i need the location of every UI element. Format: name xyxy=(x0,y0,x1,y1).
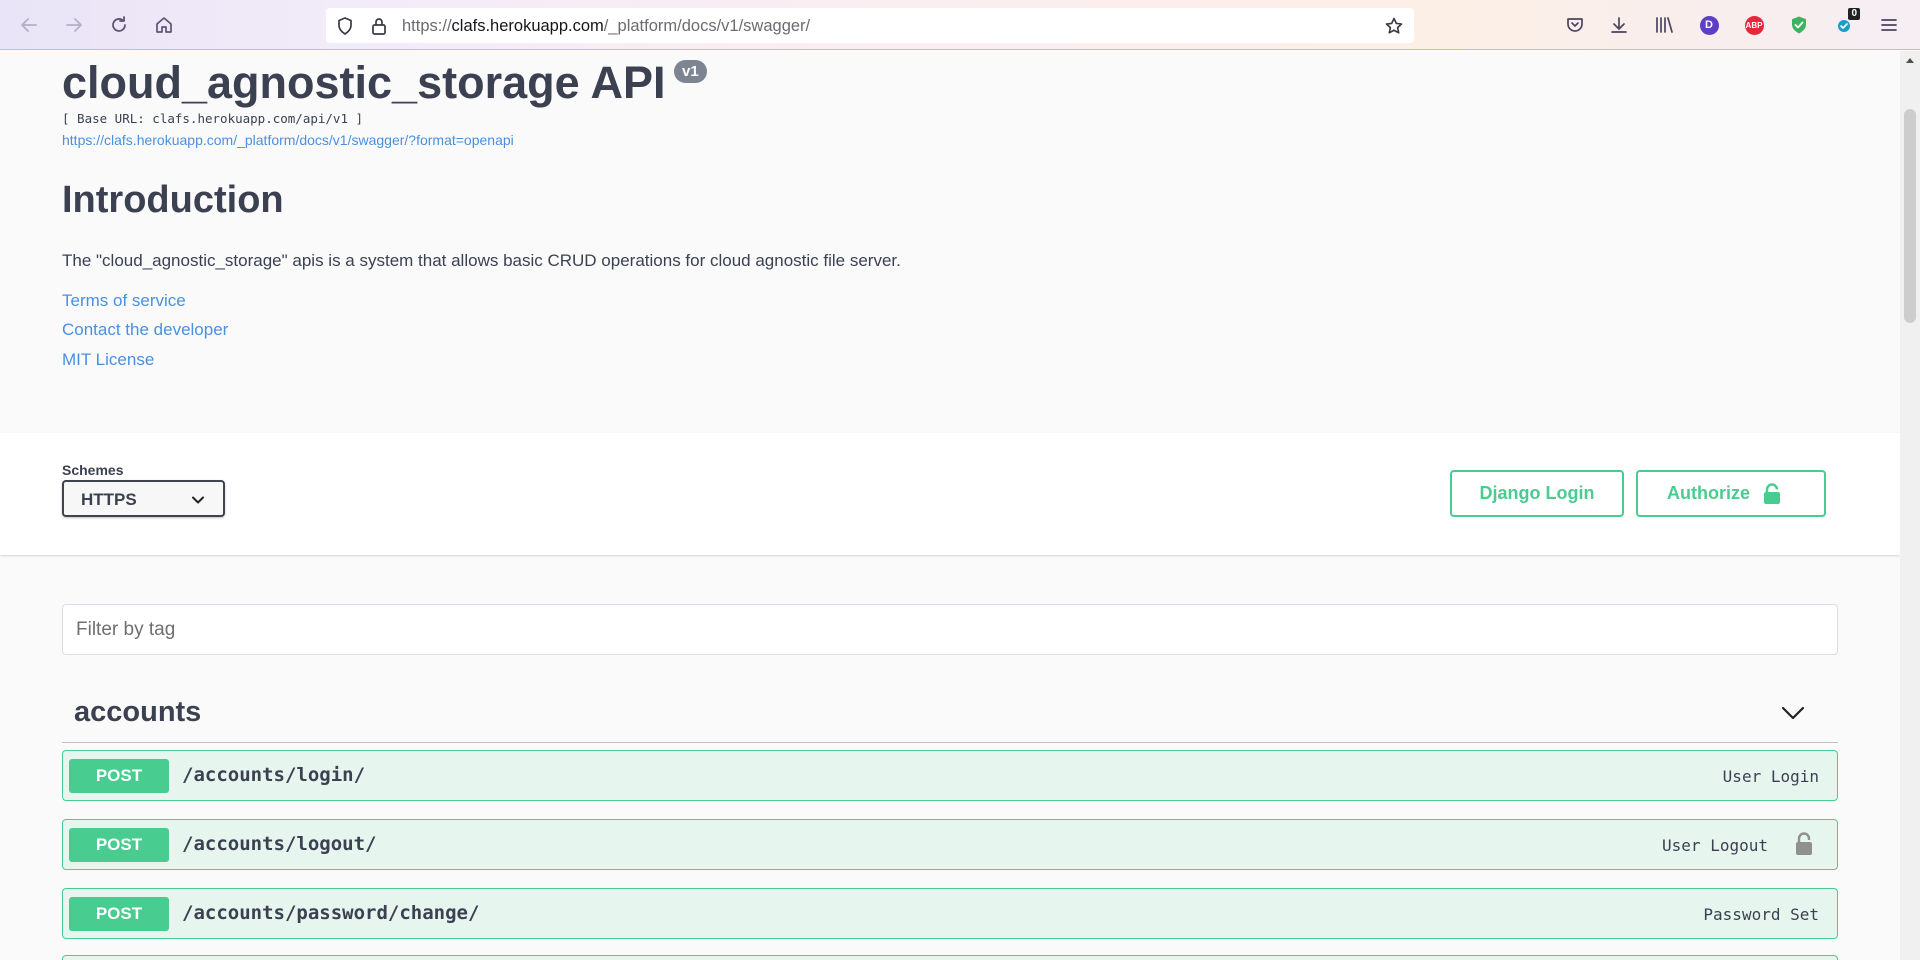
scroll-thumb[interactable] xyxy=(1904,109,1916,323)
scheme-container: Schemes HTTPS Django Login Authorize xyxy=(0,433,1900,555)
browser-toolbar: https://clafs.herokuapp.com/_platform/do… xyxy=(0,0,1920,50)
filter-by-tag-input[interactable] xyxy=(63,605,1837,654)
introduction-heading: Introduction xyxy=(62,179,284,221)
method-badge: POST xyxy=(69,828,169,862)
schemes-select[interactable]: HTTPS xyxy=(62,480,225,517)
schemes-selected-value: HTTPS xyxy=(81,490,137,509)
authorize-button[interactable]: Authorize xyxy=(1636,470,1826,517)
account-button[interactable]: D xyxy=(1697,13,1721,37)
url-text[interactable]: https://clafs.herokuapp.com/_platform/do… xyxy=(402,17,810,36)
schemes-label: Schemes xyxy=(62,462,124,478)
home-icon xyxy=(156,17,172,33)
account-avatar: D xyxy=(1699,15,1719,35)
chevron-down-icon xyxy=(192,496,204,504)
django-login-button[interactable]: Django Login xyxy=(1450,470,1624,517)
license-link[interactable]: MIT License xyxy=(62,350,154,370)
arrow-left-icon xyxy=(21,18,37,32)
lock-icon xyxy=(1764,483,1780,504)
adblock-icon: ABP xyxy=(1744,15,1764,35)
openapi-spec-link[interactable]: https://clafs.herokuapp.com/_platform/do… xyxy=(62,132,514,148)
terms-of-service-link[interactable]: Terms of service xyxy=(62,291,186,311)
library-button[interactable] xyxy=(1652,13,1676,37)
tag-name: accounts xyxy=(74,696,202,728)
url-path: /_platform/docs/v1/swagger/ xyxy=(603,17,811,35)
operation-row[interactable]: POST /accounts/password/change/ Password… xyxy=(62,888,1838,939)
url-host: clafs.herokuapp.com xyxy=(451,17,604,35)
extension-button[interactable]: 0 xyxy=(1832,8,1860,37)
page-scrollbar[interactable] xyxy=(1900,51,1920,960)
green-shield-icon xyxy=(1792,16,1806,34)
base-url: [ Base URL: clafs.herokuapp.com/api/v1 ] xyxy=(62,111,364,126)
filter-by-tag-field[interactable] xyxy=(62,604,1838,655)
lock-icon[interactable] xyxy=(369,16,389,36)
hamburger-menu-icon xyxy=(1881,19,1897,31)
arrow-right-icon xyxy=(66,18,82,32)
version-badge: v1 xyxy=(674,60,707,83)
operation-row[interactable]: POST /accounts/login/ User Login xyxy=(62,750,1838,801)
reload-button[interactable] xyxy=(106,12,132,38)
operation-path: /accounts/login/ xyxy=(182,764,366,786)
extension-count-badge: 0 xyxy=(1848,8,1860,20)
address-bar[interactable]: https://clafs.herokuapp.com/_platform/do… xyxy=(326,8,1414,43)
method-badge: POST xyxy=(69,897,169,931)
home-button[interactable] xyxy=(151,12,177,38)
pocket-icon xyxy=(1567,18,1583,32)
url-prefix: https:// xyxy=(402,17,452,35)
operation-row-partial[interactable] xyxy=(62,955,1838,960)
operation-row[interactable]: POST /accounts/logout/ User Logout xyxy=(62,819,1838,870)
django-login-label: Django Login xyxy=(1479,483,1595,503)
menu-button[interactable] xyxy=(1877,13,1901,37)
authorize-label: Authorize xyxy=(1667,483,1750,503)
downloads-button[interactable] xyxy=(1607,13,1631,37)
shield-extension-button[interactable] xyxy=(1787,13,1811,37)
api-title: cloud_agnostic_storage API xyxy=(62,57,666,108)
operation-summary: User Logout xyxy=(1662,836,1768,855)
api-info-section: cloud_agnostic_storage API v1 [ Base URL… xyxy=(0,51,1900,433)
reload-icon xyxy=(112,16,126,32)
pocket-button[interactable] xyxy=(1563,13,1587,37)
shield-icon[interactable] xyxy=(335,16,355,36)
download-icon xyxy=(1611,17,1627,33)
contact-developer-link[interactable]: Contact the developer xyxy=(62,320,228,340)
api-description: The "cloud_agnostic_storage" apis is a s… xyxy=(62,251,901,270)
bookmark-star-icon[interactable] xyxy=(1384,16,1404,36)
adblock-button[interactable]: ABP xyxy=(1742,13,1766,37)
operation-summary: User Login xyxy=(1722,767,1819,786)
caret-up-icon xyxy=(1906,58,1914,63)
unlocked-lock-icon[interactable] xyxy=(1793,832,1815,856)
operation-path: /accounts/password/change/ xyxy=(182,902,480,924)
scroll-up-button[interactable] xyxy=(1900,51,1920,69)
tag-section-header[interactable]: accounts xyxy=(62,686,1838,743)
back-button[interactable] xyxy=(16,12,42,38)
operation-summary: Password Set xyxy=(1703,905,1819,924)
method-badge: POST xyxy=(69,759,169,793)
library-icon xyxy=(1656,17,1673,33)
forward-button[interactable] xyxy=(61,12,87,38)
operation-path: /accounts/logout/ xyxy=(182,833,377,855)
chevron-down-icon[interactable] xyxy=(1780,700,1806,726)
